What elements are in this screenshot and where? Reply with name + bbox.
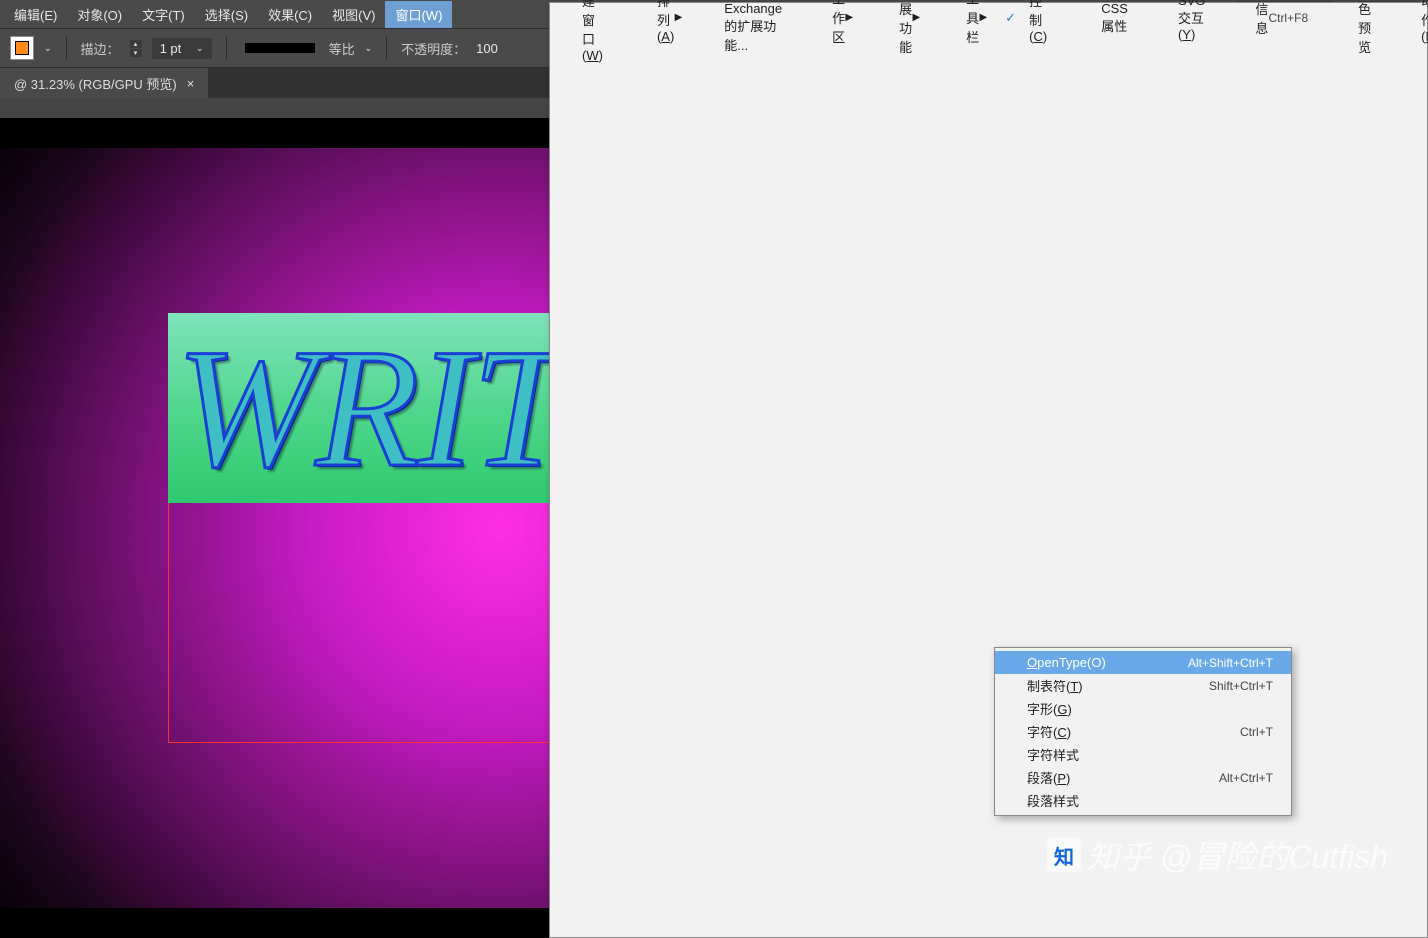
menu-item-label: 段落样式 — [1027, 791, 1273, 810]
chevron-down-icon[interactable]: ⌄ — [44, 43, 52, 54]
window-menu-item[interactable]: 分色预览 — [1326, 6, 1389, 29]
zhihu-logo-icon: 知 — [1047, 838, 1081, 872]
text-submenu-item[interactable]: 制表符(T)Shift+Ctrl+T — [995, 674, 1291, 697]
text-submenu-item[interactable]: 段落(P)Alt+Ctrl+T — [995, 766, 1291, 789]
menu-item-label: 新建窗口(W) — [582, 0, 603, 63]
menu-item-label: 工具栏 — [966, 0, 979, 46]
menu-item-label: CSS 属性 — [1101, 1, 1128, 35]
opacity-value[interactable]: 100 — [476, 41, 498, 56]
submenu-arrow-icon: ▶ — [912, 12, 920, 23]
stroke-preview[interactable] — [245, 43, 315, 53]
text-submenu-item[interactable]: 字符(C)Ctrl+T — [995, 720, 1291, 743]
submenu-arrow-icon: ▶ — [675, 12, 683, 23]
submenu-arrow-icon: ▶ — [979, 12, 987, 23]
window-menu-item[interactable]: ✓控制(C) — [997, 6, 1065, 29]
divider — [66, 36, 67, 60]
text-submenu: OpenType(O)Alt+Shift+Ctrl+T制表符(T)Shift+C… — [994, 647, 1292, 816]
menu-shortcut: Ctrl+T — [1240, 725, 1273, 739]
artwork-text: WRIT — [176, 313, 565, 503]
menu-item-label: 查找有关 Exchange 的扩展功能... — [724, 0, 782, 54]
window-menu-item[interactable]: 新建窗口(W) — [550, 6, 621, 29]
window-menu-item[interactable]: SVG 交互(Y) — [1146, 6, 1223, 29]
divider — [226, 36, 227, 60]
menu-item-label: 控制(C) — [1029, 0, 1047, 44]
menu-item-label: 分色预览 — [1358, 0, 1371, 56]
window-menu-item[interactable]: 动作(N) — [1389, 6, 1428, 29]
menu-item-label: 制表符(T) — [1027, 676, 1209, 695]
menu-select[interactable]: 选择(S) — [195, 1, 258, 28]
text-submenu-item[interactable]: OpenType(O)Alt+Shift+Ctrl+T — [995, 651, 1291, 674]
window-menu-item[interactable]: 扩展功能▶ — [867, 6, 930, 29]
scale-label: 等比 — [329, 39, 355, 58]
menu-shortcut: Ctrl+F8 — [1268, 11, 1308, 25]
menu-window[interactable]: 窗口(W) — [385, 1, 452, 28]
menu-view[interactable]: 视图(V) — [322, 1, 385, 28]
window-menu-item[interactable]: CSS 属性 — [1069, 6, 1146, 29]
menu-edit[interactable]: 编辑(E) — [4, 1, 67, 28]
menu-item-label: SVG 交互(Y) — [1178, 0, 1205, 42]
menu-item-label: 字符样式 — [1027, 745, 1273, 764]
check-icon: ✓ — [1005, 10, 1016, 26]
window-menu-item[interactable]: 工作区▶ — [800, 6, 863, 29]
menu-item-label: 字形(G) — [1027, 699, 1273, 718]
menu-item-label: 动作(N) — [1421, 0, 1428, 44]
menu-effect[interactable]: 效果(C) — [258, 1, 322, 28]
menu-object[interactable]: 对象(O) — [67, 1, 132, 28]
menu-shortcut: Alt+Ctrl+T — [1219, 771, 1273, 785]
menu-item-label: 段落(P) — [1027, 768, 1219, 787]
fill-swatch[interactable] — [10, 36, 34, 60]
window-menu-item[interactable]: 排列(A)▶ — [625, 6, 692, 29]
close-tab-icon[interactable]: × — [187, 76, 195, 91]
document-tab[interactable]: @ 31.23% (RGB/GPU 预览) × — [0, 68, 208, 99]
menu-item-label: 排列(A) — [657, 0, 674, 44]
menu-item-label: 工作区 — [832, 0, 845, 46]
chevron-down-icon: ⌄ — [196, 43, 204, 54]
document-tab-title: @ 31.23% (RGB/GPU 预览) — [14, 74, 177, 93]
text-submenu-item[interactable]: 段落样式 — [995, 789, 1291, 812]
stroke-weight-value: 1 pt — [160, 41, 182, 56]
menu-item-label: 信息 — [1255, 0, 1268, 37]
opacity-label: 不透明度： — [401, 39, 466, 58]
window-menu-item[interactable]: 查找有关 Exchange 的扩展功能... — [692, 6, 800, 29]
stroke-weight-dropdown[interactable]: 1 pt ⌄ — [152, 38, 212, 59]
window-menu-dropdown: 新建窗口(W)排列(A)▶查找有关 Exchange 的扩展功能...工作区▶扩… — [549, 2, 1428, 938]
menu-shortcut: Alt+Shift+Ctrl+T — [1188, 656, 1273, 670]
menu-item-label: 扩展功能 — [899, 0, 912, 56]
menu-shortcut: Shift+Ctrl+T — [1209, 679, 1273, 693]
text-submenu-item[interactable]: 字形(G) — [995, 697, 1291, 720]
window-menu-item[interactable]: 信息Ctrl+F8 — [1223, 6, 1326, 29]
divider — [386, 36, 387, 60]
stroke-stepper[interactable]: ▴▾ — [130, 40, 142, 57]
watermark: 知 知乎 @冒险的Cutfish — [1047, 832, 1388, 878]
stroke-label: 描边： — [81, 39, 120, 58]
menu-type[interactable]: 文字(T) — [132, 1, 195, 28]
window-menu-item[interactable]: 工具栏▶ — [934, 6, 997, 29]
watermark-text: 知乎 @冒险的Cutfish — [1087, 832, 1388, 878]
text-submenu-item[interactable]: 字符样式 — [995, 743, 1291, 766]
chevron-down-icon[interactable]: ⌄ — [365, 43, 373, 54]
submenu-arrow-icon: ▶ — [845, 12, 853, 23]
menu-item-label: 字符(C) — [1027, 722, 1240, 741]
menu-item-label: OpenType(O) — [1027, 655, 1188, 670]
